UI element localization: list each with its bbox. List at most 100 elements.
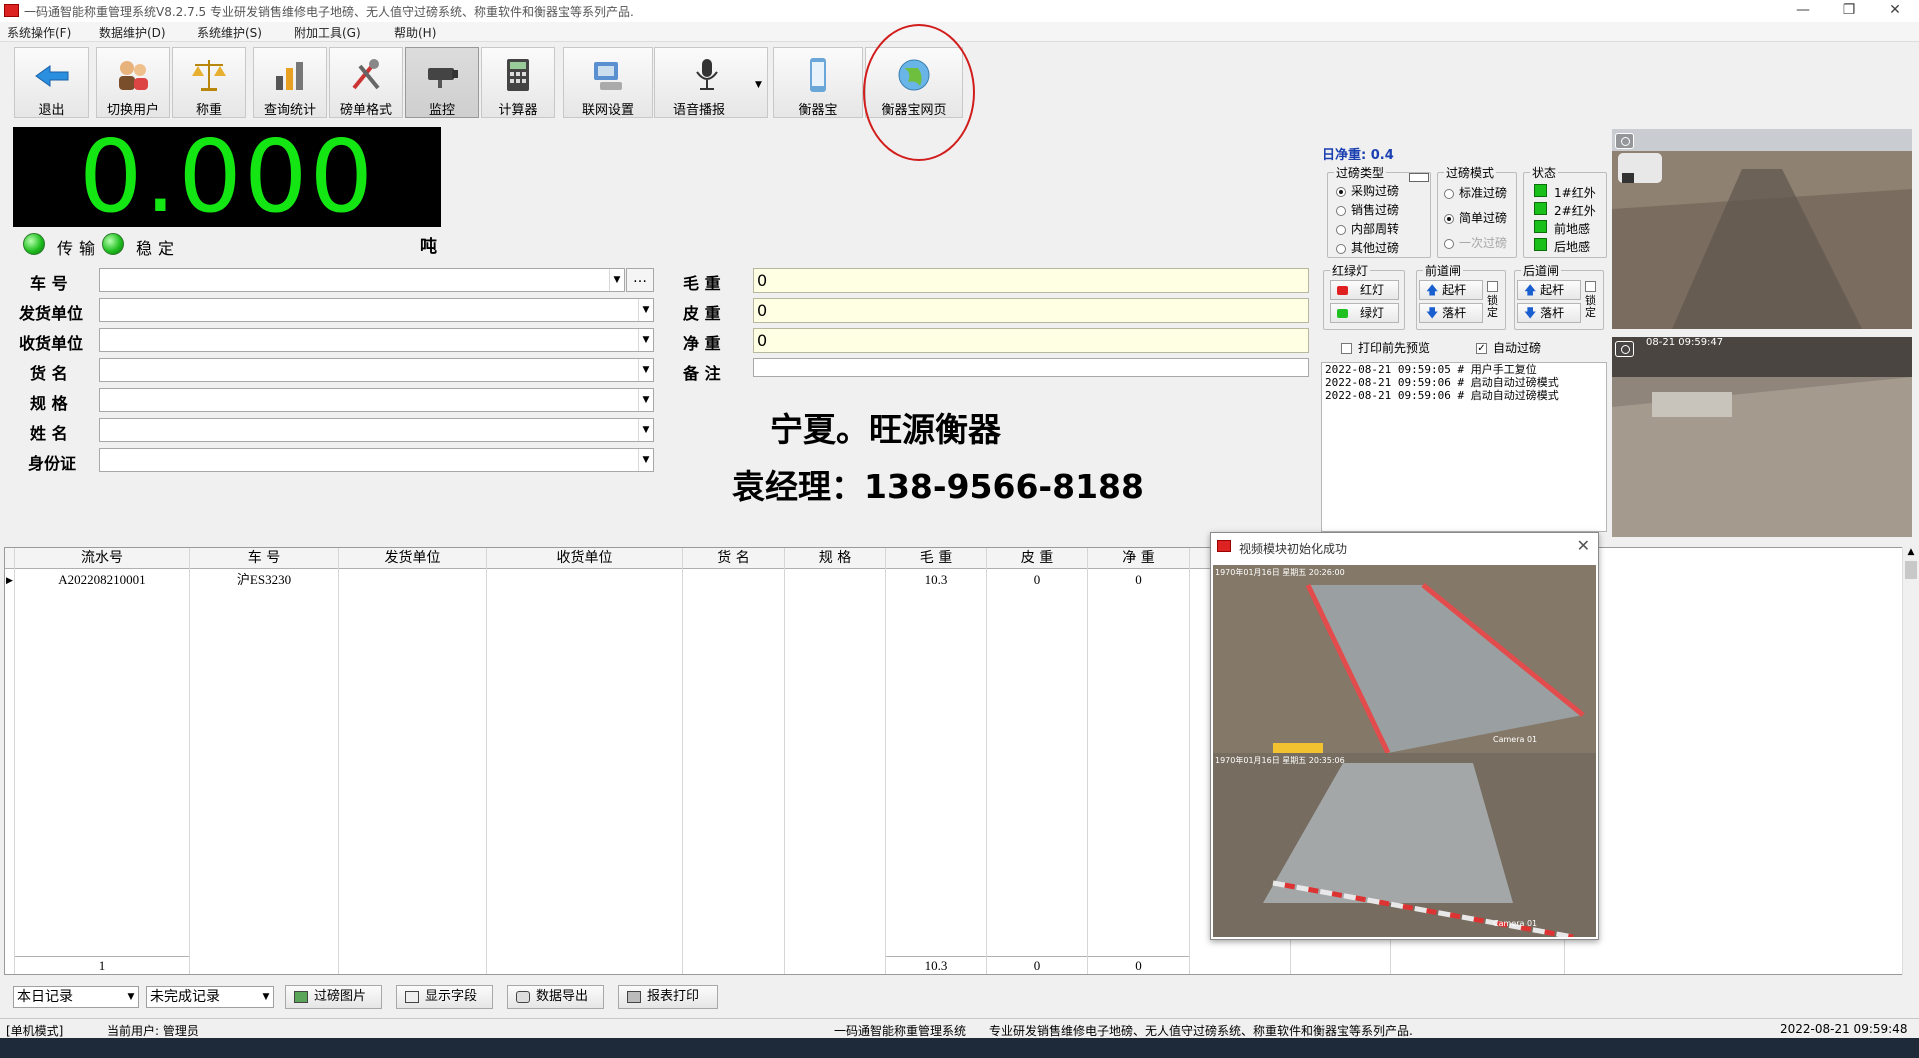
print-preview-checkbox[interactable]: 打印前先预览 xyxy=(1341,339,1430,356)
chevron-down-icon[interactable]: ▼ xyxy=(259,987,273,1007)
chevron-down-icon[interactable]: ▼ xyxy=(124,987,138,1007)
radio-button-icon[interactable] xyxy=(1336,243,1346,254)
net-field[interactable]: 0 xyxy=(753,328,1309,353)
print-report-button[interactable]: 报表打印 xyxy=(618,985,718,1009)
close-icon[interactable]: ✕ xyxy=(1577,536,1590,555)
radio-sales[interactable]: 销售过磅 xyxy=(1336,201,1399,218)
voice-broadcast-button[interactable]: 语音播报 xyxy=(654,47,768,118)
checkbox-icon[interactable] xyxy=(1341,343,1352,354)
snapshot-camera-icon[interactable] xyxy=(1615,341,1634,357)
snapshot-camera-icon[interactable] xyxy=(1615,133,1634,149)
chevron-down-icon[interactable]: ▼ xyxy=(609,269,624,291)
header-tare[interactable]: 皮 重 xyxy=(987,548,1087,569)
close-button[interactable]: ✕ xyxy=(1872,0,1918,22)
name-combo[interactable]: ▼ xyxy=(99,418,654,442)
scroll-up-icon[interactable]: ▲ xyxy=(1903,547,1919,557)
chevron-down-icon[interactable]: ▼ xyxy=(638,359,653,381)
menu-system-maintenance[interactable]: 系统维护(S) xyxy=(197,24,262,41)
menu-extra-tools[interactable]: 附加工具(G) xyxy=(294,24,361,41)
table-cell-spec[interactable] xyxy=(785,571,885,589)
monitor-button[interactable]: 监控 xyxy=(405,47,479,118)
radio-button-icon[interactable] xyxy=(1444,188,1454,199)
header-goods[interactable]: 货 名 xyxy=(683,548,784,569)
table-cell-tare[interactable]: 0 xyxy=(987,571,1087,589)
minimize-button[interactable]: — xyxy=(1780,0,1826,22)
header-shipper[interactable]: 发货单位 xyxy=(339,548,486,569)
status-filter-select[interactable]: 未完成记录 ▼ xyxy=(146,986,274,1008)
front-gate-up-button[interactable]: 🡅 起杆 xyxy=(1419,280,1483,300)
table-cell-net[interactable]: 0 xyxy=(1088,571,1189,589)
ticket-format-button[interactable]: 磅单格式 xyxy=(329,47,403,118)
menu-system-ops[interactable]: 系统操作(F) xyxy=(7,24,71,41)
front-gate-down-button[interactable]: 🡇 落杆 xyxy=(1419,303,1483,323)
red-light-button[interactable]: 红灯 xyxy=(1330,280,1399,300)
radio-purchase[interactable]: 采购过磅 xyxy=(1336,182,1399,199)
date-filter-select[interactable]: 本日记录 ▼ xyxy=(13,986,139,1008)
radio-standard[interactable]: 标准过磅 xyxy=(1444,184,1507,201)
table-cell-receiver[interactable] xyxy=(487,571,682,589)
grid-scrollbar[interactable]: ▲ xyxy=(1902,547,1919,975)
radio-single[interactable]: 一次过磅 xyxy=(1444,234,1507,251)
chevron-down-icon[interactable]: ▼ xyxy=(638,449,653,471)
goods-combo[interactable]: ▼ xyxy=(99,358,654,382)
table-cell-serial[interactable]: A202208210001 xyxy=(15,571,189,589)
radio-button-icon[interactable] xyxy=(1336,205,1346,216)
table-cell-goods[interactable] xyxy=(683,571,784,589)
event-log[interactable]: 2022-08-21 09:59:05 # 用户手工复位 2022-08-21 … xyxy=(1321,362,1607,532)
chevron-down-icon[interactable]: ▼ xyxy=(638,329,653,351)
radio-simple[interactable]: 简单过磅 xyxy=(1444,209,1507,226)
plate-combo[interactable]: ▼ xyxy=(99,268,625,292)
switch-user-button[interactable]: 切换用户 xyxy=(96,47,170,118)
table-cell-shipper[interactable] xyxy=(339,571,486,589)
shipper-combo[interactable]: ▼ xyxy=(99,298,654,322)
scale-treasure-button[interactable]: 衡器宝 xyxy=(773,47,863,118)
menu-data-maintenance[interactable]: 数据维护(D) xyxy=(99,24,166,41)
rear-gate-lock-checkbox[interactable] xyxy=(1585,281,1596,292)
header-plate[interactable]: 车 号 xyxy=(190,548,338,569)
header-serial[interactable]: 流水号 xyxy=(15,548,189,569)
rear-gate-up-button[interactable]: 🡅 起杆 xyxy=(1517,280,1581,300)
show-fields-button[interactable]: 显示字段 xyxy=(396,985,493,1009)
radio-internal[interactable]: 内部周转 xyxy=(1336,220,1399,237)
voice-dropdown-icon[interactable]: ▼ xyxy=(755,80,762,90)
radio-button-icon[interactable] xyxy=(1444,238,1454,249)
checkbox-checked-icon[interactable]: ✓ xyxy=(1476,343,1487,354)
scroll-thumb[interactable] xyxy=(1905,561,1917,579)
table-cell-gross[interactable]: 10.3 xyxy=(886,571,986,589)
radio-button-icon[interactable] xyxy=(1444,213,1454,224)
header-net[interactable]: 净 重 xyxy=(1088,548,1189,569)
front-gate-lock-checkbox[interactable] xyxy=(1487,281,1498,292)
weigh-photos-button[interactable]: 过磅图片 xyxy=(285,985,382,1009)
header-receiver[interactable]: 收货单位 xyxy=(487,548,682,569)
radio-other[interactable]: 其他过磅 xyxy=(1336,239,1399,256)
restore-button[interactable]: ❐ xyxy=(1826,0,1872,22)
id-card-combo[interactable]: ▼ xyxy=(99,448,654,472)
weigh-button[interactable]: 称重 xyxy=(172,47,246,118)
header-gross[interactable]: 毛 重 xyxy=(886,548,986,569)
radio-button-icon[interactable] xyxy=(1336,186,1346,197)
network-settings-button[interactable]: 联网设置 xyxy=(563,47,653,118)
remark-field[interactable] xyxy=(753,358,1309,377)
chevron-down-icon[interactable]: ▼ xyxy=(638,299,653,321)
export-data-button[interactable]: 数据导出 xyxy=(507,985,604,1009)
header-spec[interactable]: 规 格 xyxy=(785,548,885,569)
plate-lookup-button[interactable]: … xyxy=(626,268,654,292)
chevron-down-icon[interactable]: ▼ xyxy=(638,419,653,441)
query-statistics-button[interactable]: 查询统计 xyxy=(253,47,327,118)
records-grid[interactable]: 流水号 车 号 发货单位 收货单位 货 名 规 格 毛 重 皮 重 净 重 ▶ … xyxy=(4,547,1911,975)
receiver-combo[interactable]: ▼ xyxy=(99,328,654,352)
auto-weigh-checkbox[interactable]: ✓ 自动过磅 xyxy=(1476,339,1541,356)
exit-button[interactable]: 退出 xyxy=(14,47,89,118)
radio-button-icon[interactable] xyxy=(1336,224,1346,235)
chevron-down-icon[interactable]: ▼ xyxy=(638,389,653,411)
green-light-button[interactable]: 绿灯 xyxy=(1330,303,1399,323)
menu-help[interactable]: 帮助(H) xyxy=(394,24,436,41)
calculator-button[interactable]: 计算器 xyxy=(481,47,555,118)
gross-field[interactable]: 0 xyxy=(753,268,1309,293)
tare-field[interactable]: 0 xyxy=(753,298,1309,323)
table-cell-plate[interactable]: 沪ES3230 xyxy=(190,571,338,589)
spec-combo[interactable]: ▼ xyxy=(99,388,654,412)
rear-gate-down-button[interactable]: 🡇 落杆 xyxy=(1517,303,1581,323)
microphone-icon xyxy=(695,59,718,90)
video-popup[interactable]: 视频模块初始化成功 ✕ 1970年01月16日 星期五 20:26:00 Cam… xyxy=(1210,532,1599,940)
